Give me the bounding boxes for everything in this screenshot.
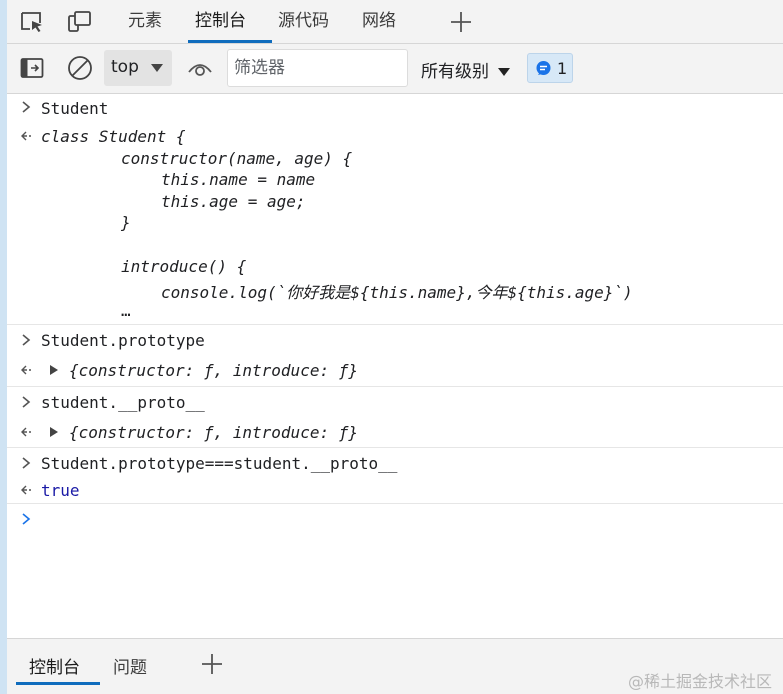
dropdown-caret-icon [151, 64, 163, 72]
log-levels-dropdown[interactable]: 所有级别 [421, 57, 511, 82]
expand-triangle-icon[interactable] [49, 364, 59, 376]
console-toolbar: top 所有级别 1 [7, 44, 783, 94]
console-prompt[interactable] [7, 503, 783, 638]
active-tab-indicator [188, 40, 272, 43]
class-declaration-line: class Student { [41, 127, 186, 146]
console-output-row: class Student { constructor(name, age) {… [7, 121, 783, 324]
object-preview[interactable]: {constructor: ƒ, introduce: ƒ} [69, 361, 358, 380]
console-output-row: true [7, 477, 783, 503]
drawer-tab-issues[interactable]: 问题 [113, 653, 147, 678]
chat-message-icon [536, 61, 551, 75]
chevron-right-icon [22, 457, 31, 469]
truncation-ellipsis[interactable]: … [121, 301, 131, 320]
inspect-element-icon[interactable] [19, 10, 45, 34]
console-input-text: Student.prototype===student.__proto__ [41, 454, 398, 473]
assign-age-line: this.age = age; [161, 192, 306, 211]
constructor-line: constructor(name, age) { [121, 149, 353, 168]
chevron-right-icon [22, 334, 31, 346]
chevron-right-icon [22, 513, 31, 525]
message-count-badge[interactable]: 1 [527, 53, 573, 83]
object-preview[interactable]: {constructor: ƒ, introduce: ƒ} [69, 423, 358, 442]
console-output-row: {constructor: ƒ, introduce: ƒ} [7, 354, 783, 386]
drawer-tab-console[interactable]: 控制台 [29, 653, 80, 678]
tab-sources[interactable]: 源代码 [278, 0, 329, 44]
left-edge-accent [0, 0, 7, 694]
introduce-method-line: introduce() { [121, 257, 247, 276]
console-input-text: Student.prototype [41, 331, 205, 350]
filter-input[interactable] [227, 49, 408, 87]
devtools-tab-bar: 元素 控制台 源代码 网络 [7, 0, 783, 44]
log-levels-label: 所有级别 [421, 62, 489, 82]
chevron-right-icon [22, 101, 31, 113]
add-tab-icon[interactable] [201, 653, 223, 675]
return-arrow-icon [21, 131, 31, 141]
return-arrow-icon [21, 427, 31, 437]
javascript-context-selector[interactable]: top [104, 50, 172, 86]
active-drawer-tab-indicator [16, 682, 100, 685]
watermark: @稀土掘金技术社区 [628, 672, 773, 691]
add-tab-icon[interactable] [450, 11, 472, 33]
console-input-row: Student.prototype===student.__proto__ [7, 447, 783, 477]
return-arrow-icon [21, 365, 31, 375]
return-arrow-icon [21, 485, 31, 495]
console-output-row: {constructor: ƒ, introduce: ƒ} [7, 416, 783, 447]
expand-triangle-icon[interactable] [49, 426, 59, 438]
console-input-row: Student [7, 95, 783, 119]
tab-console[interactable]: 控制台 [195, 0, 246, 44]
tab-network[interactable]: 网络 [362, 0, 396, 44]
console-input-row: Student.prototype [7, 324, 783, 354]
console-input-row: student.__proto__ [7, 386, 783, 416]
chevron-right-icon [22, 396, 31, 408]
boolean-result: true [41, 481, 80, 500]
console-input-text: Student [41, 99, 109, 118]
context-label: top [111, 57, 139, 77]
clear-console-icon[interactable] [67, 55, 93, 81]
device-emulation-icon[interactable] [67, 10, 93, 34]
assign-name-line: this.name = name [161, 170, 316, 189]
dropdown-caret-icon [498, 68, 511, 76]
console-input-text: student.__proto__ [41, 393, 205, 412]
toggle-sidebar-icon[interactable] [20, 57, 44, 79]
live-expression-eye-icon[interactable] [187, 58, 213, 78]
console-output: Student class Student { constructor(name… [7, 95, 783, 638]
constructor-close-line: } [121, 213, 131, 232]
tab-elements[interactable]: 元素 [128, 0, 162, 44]
message-count: 1 [557, 59, 568, 78]
console-log-line: console.log(`你好我是${this.name},今年${this.a… [161, 283, 633, 302]
